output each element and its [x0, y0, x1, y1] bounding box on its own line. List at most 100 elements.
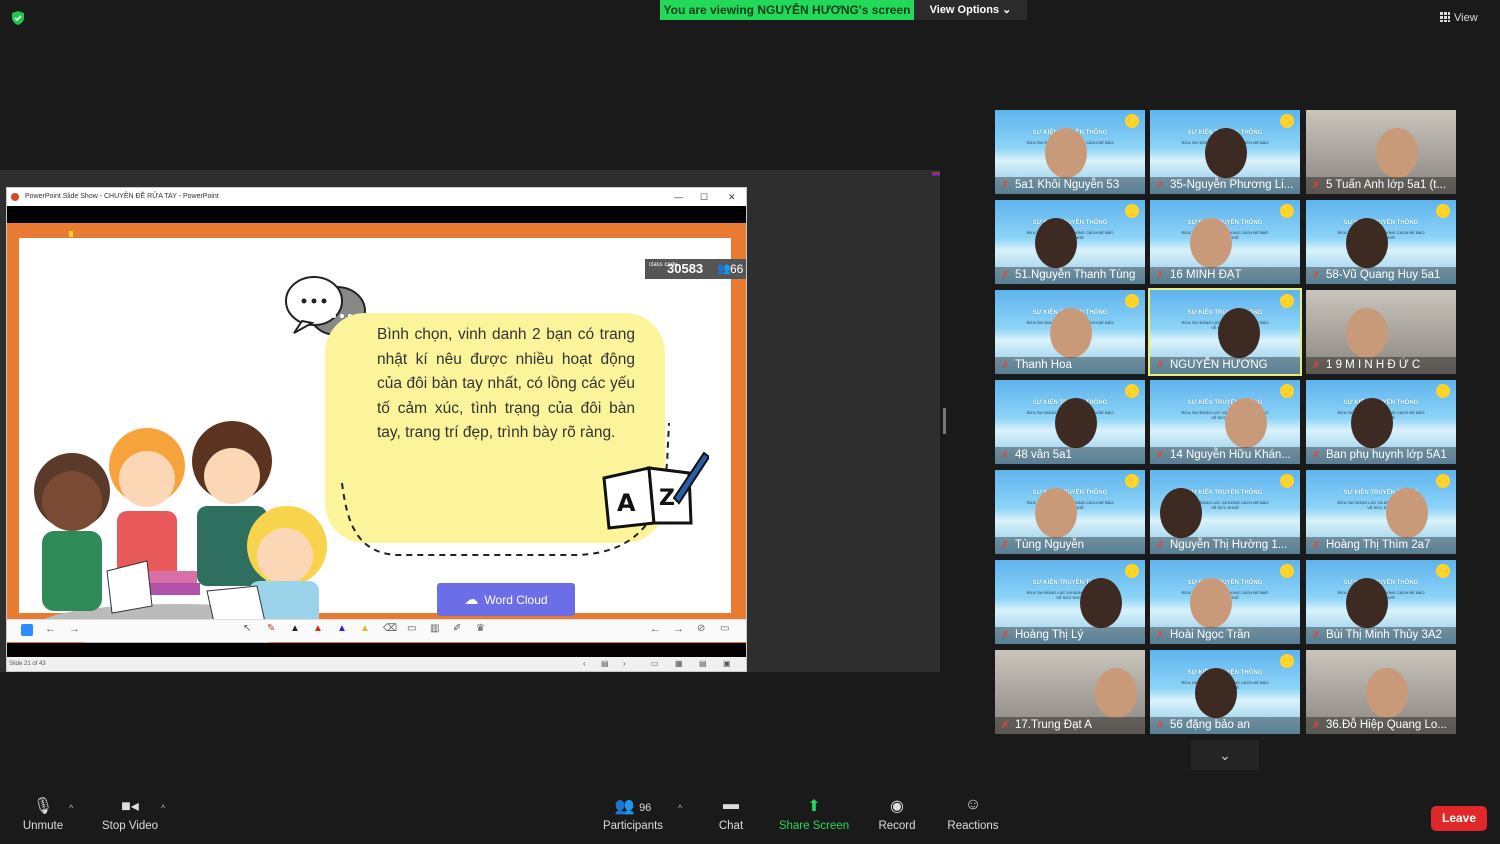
back-arrow-icon[interactable]: ←: [45, 623, 56, 635]
comment-icon[interactable]: ▭: [407, 623, 416, 634]
sorter-view-icon[interactable]: ▦: [675, 657, 683, 671]
leave-button[interactable]: Leave: [1431, 806, 1487, 831]
split-divider[interactable]: [943, 408, 946, 434]
sun-icon: [1125, 564, 1139, 578]
participant-name: 58-Vũ Quang Huy 5a1: [1326, 269, 1441, 281]
participant-name: 56 đặng bảo an: [1170, 719, 1250, 731]
participant-tile[interactable]: ✗ 1 9 M I N H Đ Ứ C: [1306, 290, 1456, 374]
participant-tile[interactable]: SỰ KIỆN TRUYỀN THÔNGRỬA TAY ĐÚNG LÚC VÀ …: [1150, 470, 1300, 554]
next-slide-icon[interactable]: →: [673, 623, 684, 635]
ppt-bottom-black: [7, 643, 746, 657]
normal-view-icon[interactable]: ▭: [651, 657, 659, 671]
status-prev-icon[interactable]: ‹: [583, 657, 586, 671]
participant-name: 5 Tuấn Anh lớp 5a1 (t...: [1326, 179, 1447, 191]
notes-icon[interactable]: ▤: [601, 657, 609, 671]
class-code-badge: class code 30583 👥 66: [645, 259, 746, 279]
hide-icon[interactable]: ⊘: [697, 623, 705, 634]
ppt-titlebar: PowerPoint Slide Show - CHUYÊN ĐỀ RỬA TA…: [7, 188, 746, 206]
sun-icon: [1280, 654, 1294, 668]
participant-tile[interactable]: SỰ KIỆN TRUYỀN THÔNGRỬA TAY ĐÚNG LÚC VÀ …: [995, 380, 1145, 464]
laser-tool-icon[interactable]: ✎: [267, 623, 275, 634]
book-pencil-icon: A Z: [602, 451, 709, 530]
pen-blue-icon[interactable]: ▲: [337, 623, 347, 634]
participant-face: [1225, 398, 1267, 448]
chat-button[interactable]: ▬ Chat: [711, 796, 751, 832]
screen-icon[interactable]: ▭: [720, 623, 729, 634]
participant-tile[interactable]: SỰ KIỆN TRUYỀN THÔNGRỬA TAY ĐÚNG LÚC VÀ …: [1150, 110, 1300, 194]
participant-tile[interactable]: SỰ KIỆN TRUYỀN THÔNGRỬA TAY ĐÚNG LÚC VÀ …: [1148, 288, 1302, 376]
participant-tile[interactable]: ✗ 5 Tuấn Anh lớp 5a1 (t...: [1306, 110, 1456, 194]
participant-name-label: ✗ 58-Vũ Quang Huy 5a1: [1306, 267, 1456, 284]
cloud-icon: ☁: [464, 591, 479, 607]
unmute-button[interactable]: 🎙︎ Unmute: [18, 796, 68, 832]
participant-tile[interactable]: SỰ KIỆN TRUYỀN THÔNGRỬA TAY ĐÚNG LÚC VÀ …: [995, 290, 1145, 374]
participant-tile[interactable]: SỰ KIỆN TRUYỀN THÔNGRỬA TAY ĐÚNG LÚC VÀ …: [1150, 560, 1300, 644]
participant-name: Thanh Hoa: [1015, 359, 1072, 371]
participant-tile[interactable]: SỰ KIỆN TRUYỀN THÔNGRỬA TAY ĐÚNG LÚC VÀ …: [1306, 470, 1456, 554]
muted-mic-icon: ✗: [1156, 720, 1165, 731]
record-button[interactable]: ◉ Record: [875, 796, 919, 832]
participant-name: 48 vân 5a1: [1015, 449, 1072, 461]
participant-name: Ban phụ huynh lớp 5A1: [1326, 449, 1447, 461]
chart-icon[interactable]: ▥: [430, 623, 439, 634]
participant-name-label: ✗ Hoài Ngọc Trần: [1150, 627, 1300, 644]
highlighter-icon[interactable]: ▲: [360, 623, 370, 634]
minimize-icon[interactable]: —: [674, 188, 683, 206]
participant-tile[interactable]: SỰ KIỆN TRUYỀN THÔNGRỬA TAY ĐÚNG LÚC VÀ …: [1150, 200, 1300, 284]
close-icon[interactable]: ✕: [728, 188, 736, 206]
status-next-icon[interactable]: ›: [623, 657, 626, 671]
share-screen-button[interactable]: ⬆ Share Screen: [778, 796, 850, 832]
stop-video-button[interactable]: ■◂ Stop Video: [98, 796, 162, 832]
participant-face: [1190, 578, 1232, 628]
participant-name-label: ✗ 51.Nguyễn Thanh Tùng: [995, 267, 1145, 284]
more-participants-button[interactable]: ⌄: [1191, 740, 1259, 770]
participant-name-label: ✗ 14 Nguyễn Hữu Khán...: [1150, 447, 1300, 464]
slideshow-toolbar: ← → ↖ ✎ ▲ ▲ ▲ ▲ ⌫ ▭ ▥ ✐ ♛ ← → ⊘ ▭: [7, 619, 746, 642]
participant-tile[interactable]: SỰ KIỆN TRUYỀN THÔNGRỬA TAY ĐÚNG LÚC VÀ …: [1150, 650, 1300, 734]
participant-tile[interactable]: SỰ KIỆN TRUYỀN THÔNGRỬA TAY ĐÚNG LÚC VÀ …: [1306, 560, 1456, 644]
pointer-tool-icon[interactable]: ↖: [243, 623, 251, 634]
view-button[interactable]: View: [1440, 8, 1496, 28]
participant-name-label: ✗ Hoàng Thị Lý: [995, 627, 1145, 644]
eraser-icon[interactable]: ⌫: [383, 623, 397, 634]
edit-icon[interactable]: ✐: [453, 623, 461, 634]
video-caret-icon[interactable]: ^: [161, 803, 165, 813]
reading-view-icon[interactable]: ▤: [699, 657, 707, 671]
slideshow-view-icon[interactable]: ▣: [723, 657, 731, 671]
powerpoint-logo-icon: [11, 193, 19, 201]
participant-tile[interactable]: SỰ KIỆN TRUYỀN THÔNGRỬA TAY ĐÚNG LÚC VÀ …: [995, 470, 1145, 554]
participant-name: 14 Nguyễn Hữu Khán...: [1170, 449, 1291, 461]
participant-tile[interactable]: SỰ KIỆN TRUYỀN THÔNGRỬA TAY ĐÚNG LÚC VÀ …: [995, 200, 1145, 284]
participant-tile[interactable]: SỰ KIỆN TRUYỀN THÔNGRỬA TAY ĐÚNG LÚC VÀ …: [1306, 200, 1456, 284]
svg-text:Z: Z: [659, 486, 675, 511]
pen-red-icon[interactable]: ▲: [313, 623, 323, 634]
forward-arrow-icon[interactable]: →: [69, 623, 80, 635]
muted-mic-icon: 🎙︎: [32, 798, 54, 815]
audio-caret-icon[interactable]: ^: [69, 803, 73, 813]
flag-icon: [932, 172, 940, 176]
participant-tile[interactable]: ✗ 17.Trung Đạt A: [995, 650, 1145, 734]
sun-icon: [1280, 294, 1294, 308]
participants-caret-icon[interactable]: ^: [678, 803, 682, 813]
word-cloud-button[interactable]: ☁ Word Cloud: [437, 583, 575, 616]
participant-tile[interactable]: SỰ KIỆN TRUYỀN THÔNGRỬA TAY ĐÚNG LÚC VÀ …: [995, 560, 1145, 644]
pen-black-icon[interactable]: ▲: [290, 623, 300, 634]
participants-count: 96: [639, 802, 652, 814]
view-options-button[interactable]: View Options ⌄: [914, 0, 1027, 20]
maximize-icon[interactable]: ☐: [700, 188, 708, 206]
participant-tile[interactable]: SỰ KIỆN TRUYỀN THÔNGRỬA TAY ĐÚNG LÚC VÀ …: [995, 110, 1145, 194]
prev-slide-icon[interactable]: ←: [650, 623, 661, 635]
participant-tile[interactable]: SỰ KIỆN TRUYỀN THÔNGRỬA TAY ĐÚNG LÚC VÀ …: [1150, 380, 1300, 464]
security-shield-icon[interactable]: [10, 10, 26, 26]
viewing-screen-banner: You are viewing NGUYỄN HƯƠNG's screen: [660, 0, 914, 20]
muted-mic-icon: ✗: [1312, 360, 1321, 371]
reactions-button[interactable]: ☺ Reactions: [944, 796, 1002, 832]
app-icon[interactable]: [21, 624, 33, 636]
participant-name: 1 9 M I N H Đ Ứ C: [1326, 359, 1421, 371]
muted-mic-icon: ✗: [1001, 180, 1010, 191]
participant-tile[interactable]: ✗ 36.Đỗ Hiệp Quang Lo...: [1306, 650, 1456, 734]
participants-button[interactable]: 👥 96 Participants: [600, 796, 666, 832]
trophy-icon[interactable]: ♛: [476, 623, 485, 634]
participant-name-label: ✗ NGUYỄN HƯƠNG: [1150, 357, 1300, 374]
participant-tile[interactable]: SỰ KIỆN TRUYỀN THÔNGRỬA TAY ĐÚNG LÚC VÀ …: [1306, 380, 1456, 464]
